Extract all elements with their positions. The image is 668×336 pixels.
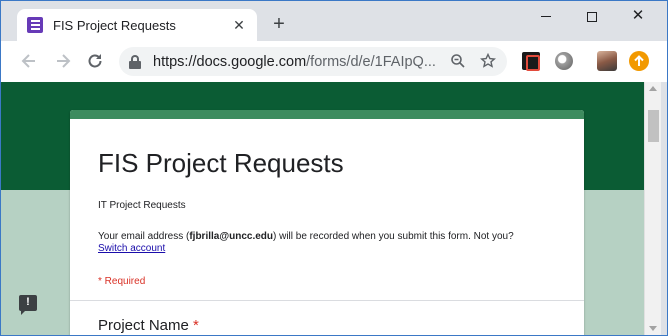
extension-icon[interactable] xyxy=(555,52,573,70)
form-title: FIS Project Requests xyxy=(98,148,344,178)
scroll-down-arrow-icon[interactable] xyxy=(649,326,657,331)
browser-window: FIS Project Requests ✕ + ✕ https://docs.… xyxy=(0,0,668,336)
email-notice-prefix: Your email address ( xyxy=(98,231,190,242)
url-path: /forms/d/e/1FAIpQ... xyxy=(306,53,436,70)
close-tab-icon[interactable]: ✕ xyxy=(231,17,247,34)
maximize-icon xyxy=(587,11,597,22)
lock-icon[interactable] xyxy=(129,54,141,69)
question-project-name: Project Name * xyxy=(98,317,199,334)
tab-fis-project-requests[interactable]: FIS Project Requests ✕ xyxy=(17,9,257,41)
minimize-button[interactable] xyxy=(523,5,569,27)
email-address: fjbrilla@uncc.edu xyxy=(189,231,273,242)
arrow-left-icon xyxy=(21,54,35,68)
vertical-scrollbar[interactable] xyxy=(644,82,661,335)
arrow-right-icon xyxy=(57,54,71,68)
reload-button[interactable] xyxy=(85,51,105,71)
tab-title: FIS Project Requests xyxy=(53,17,176,33)
google-forms-icon xyxy=(27,17,43,33)
page-viewport: FIS Project Requests IT Project Requests… xyxy=(1,82,644,335)
question-label: Project Name xyxy=(98,317,189,334)
url-host: https://docs.google.com xyxy=(153,53,307,70)
card-divider xyxy=(70,300,584,301)
update-button[interactable] xyxy=(629,51,649,71)
scroll-up-arrow-icon[interactable] xyxy=(649,86,657,91)
new-tab-button[interactable]: + xyxy=(269,14,289,34)
switch-account-link[interactable]: Switch account xyxy=(98,243,165,254)
required-note: * Required xyxy=(98,276,146,287)
forward-button[interactable] xyxy=(53,51,73,71)
back-button[interactable] xyxy=(19,51,39,71)
update-arrow-icon xyxy=(634,55,644,66)
url-text[interactable]: https://docs.google.com/forms/d/e/1FAIpQ… xyxy=(153,54,437,70)
adobe-pdf-icon[interactable] xyxy=(522,52,540,71)
maximize-button[interactable] xyxy=(569,5,615,27)
form-header-card: FIS Project Requests IT Project Requests… xyxy=(70,110,584,335)
zoom-out-icon[interactable] xyxy=(449,53,467,71)
browser-toolbar: https://docs.google.com/forms/d/e/1FAIpQ… xyxy=(1,41,667,82)
form-description: IT Project Requests xyxy=(98,200,186,211)
address-bar[interactable]: https://docs.google.com/forms/d/e/1FAIpQ… xyxy=(119,47,507,76)
star-icon[interactable] xyxy=(479,52,497,71)
reload-icon xyxy=(88,54,102,68)
email-notice-suffix: ) will be recorded when you submit this … xyxy=(273,231,514,242)
email-notice: Your email address (fjbrilla@uncc.edu) w… xyxy=(98,231,514,242)
report-issue-icon[interactable] xyxy=(19,295,37,315)
tab-strip: FIS Project Requests ✕ + ✕ xyxy=(1,1,667,41)
scroll-thumb[interactable] xyxy=(648,110,659,142)
card-accent-bar xyxy=(70,110,584,119)
minimize-icon xyxy=(541,16,551,18)
close-window-button[interactable]: ✕ xyxy=(615,5,661,27)
avatar[interactable] xyxy=(597,51,617,71)
required-marker: * xyxy=(193,317,199,334)
